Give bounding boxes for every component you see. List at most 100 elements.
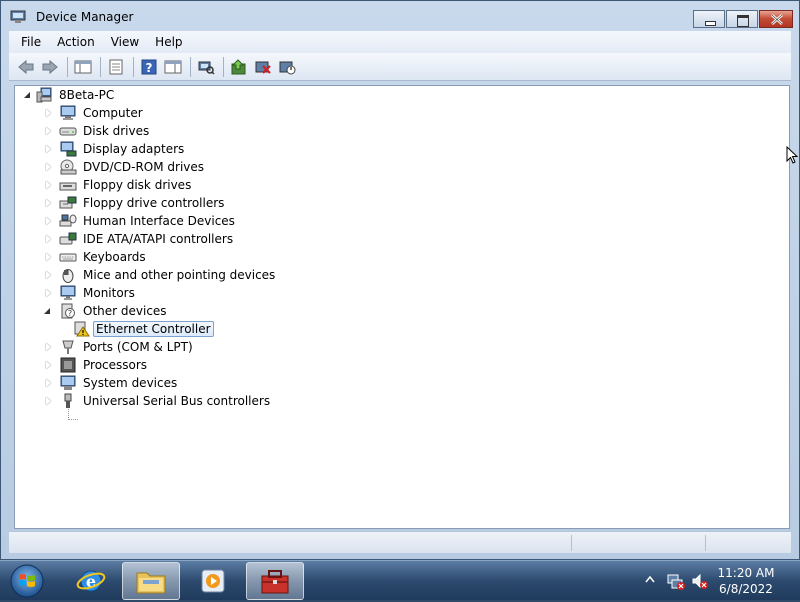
show-hidden-icons-icon[interactable] — [645, 575, 655, 585]
warning-device-icon — [73, 321, 91, 337]
tree-category-usb-controllers[interactable]: Universal Serial Bus controllers — [43, 392, 272, 410]
minimize-button[interactable] — [693, 10, 725, 28]
taskbar-file-explorer[interactable] — [122, 562, 180, 600]
tree-category-ports[interactable]: Ports (COM & LPT) — [43, 338, 195, 356]
help-icon: ? — [141, 59, 157, 75]
collapsed-arrow-icon[interactable] — [43, 396, 53, 406]
taskbar-internet-explorer[interactable]: e — [62, 562, 120, 600]
menu-bar: File Action View Help — [9, 31, 791, 53]
collapsed-arrow-icon[interactable] — [43, 126, 53, 136]
media-player-icon — [201, 569, 225, 593]
collapsed-arrow-icon[interactable] — [43, 216, 53, 226]
tree-connector — [68, 419, 78, 420]
toolbar-separator — [133, 56, 134, 77]
collapsed-arrow-icon[interactable] — [43, 252, 53, 262]
tree-category-floppy-drive-controllers[interactable]: Floppy drive controllers — [43, 194, 226, 212]
system-device-icon — [59, 375, 77, 391]
device-tree-pane[interactable]: 8Beta-PC Computer Disk drives Display ad… — [14, 85, 790, 529]
collapsed-arrow-icon[interactable] — [43, 198, 53, 208]
properties-button[interactable] — [105, 56, 127, 78]
title-bar[interactable]: Device Manager — [1, 1, 799, 33]
disable-button[interactable] — [276, 56, 298, 78]
tree-category-other-devices[interactable]: ? Other devices — [43, 302, 169, 320]
device-manager-app-icon — [10, 10, 26, 23]
forward-button[interactable] — [39, 56, 61, 78]
maximize-button[interactable] — [726, 10, 758, 28]
collapsed-arrow-icon[interactable] — [43, 144, 53, 154]
tree-category-label: Universal Serial Bus controllers — [83, 394, 271, 408]
tree-category-monitors[interactable]: Monitors — [43, 284, 137, 302]
disable-icon — [279, 61, 296, 74]
disk-drive-icon — [59, 123, 77, 139]
tree-category-label: Ports (COM & LPT) — [83, 340, 193, 354]
floppy-drive-icon — [59, 177, 77, 193]
tree-category-label: Monitors — [83, 286, 135, 300]
taskbar-device-manager[interactable] — [246, 562, 304, 600]
tree-category-label: Computer — [83, 106, 143, 120]
collapsed-arrow-icon[interactable] — [43, 180, 53, 190]
uninstall-icon — [255, 61, 271, 74]
tree-item-ethernet-controller[interactable]: Ethernet Controller — [69, 320, 214, 338]
toolbox-icon — [261, 570, 289, 594]
expanded-arrow-icon[interactable] — [43, 306, 53, 316]
collapsed-arrow-icon[interactable] — [43, 270, 53, 280]
expanded-arrow-icon[interactable] — [23, 90, 33, 100]
network-error-icon[interactable] — [666, 571, 686, 591]
tree-category-keyboards[interactable]: Keyboards — [43, 248, 148, 266]
folder-icon — [136, 572, 166, 594]
toolbar-separator — [190, 56, 191, 77]
tree-category-display-adapters[interactable]: Display adapters — [43, 140, 186, 158]
mouse-icon — [59, 267, 77, 283]
collapsed-arrow-icon[interactable] — [43, 162, 53, 172]
tree-category-processors[interactable]: Processors — [43, 356, 149, 374]
tree-category-dvd-drives[interactable]: DVD/CD-ROM drives — [43, 158, 206, 176]
scan-hardware-button[interactable] — [195, 56, 217, 78]
processor-icon — [59, 357, 77, 373]
collapsed-arrow-icon[interactable] — [43, 378, 53, 388]
tree-category-mice[interactable]: Mice and other pointing devices — [43, 266, 277, 284]
collapsed-arrow-icon[interactable] — [43, 108, 53, 118]
windows-start-icon — [10, 564, 44, 598]
menu-file[interactable]: File — [13, 32, 49, 52]
help-button[interactable]: ? — [138, 56, 160, 78]
menu-view[interactable]: View — [103, 32, 147, 52]
tree-category-disk-drives[interactable]: Disk drives — [43, 122, 151, 140]
taskbar-clock[interactable]: 11:20 AM 6/8/2022 — [716, 565, 776, 597]
collapsed-arrow-icon[interactable] — [43, 360, 53, 370]
tree-category-system-devices[interactable]: System devices — [43, 374, 179, 392]
update-driver-button[interactable] — [228, 56, 250, 78]
toolbar: ? — [9, 53, 791, 81]
show-hide-tree-icon — [74, 60, 92, 73]
tree-category-label: Disk drives — [83, 124, 150, 138]
tree-category-label: Floppy disk drives — [83, 178, 192, 192]
console-tree-icon — [164, 60, 182, 73]
menu-action[interactable]: Action — [49, 32, 103, 52]
uninstall-button[interactable] — [252, 56, 274, 78]
tree-category-floppy-disk-drives[interactable]: Floppy disk drives — [43, 176, 193, 194]
tree-category-label: DVD/CD-ROM drives — [83, 160, 205, 174]
close-button[interactable] — [759, 10, 793, 28]
monitor-icon — [59, 285, 77, 301]
start-button[interactable] — [8, 563, 46, 599]
show-hide-tree-button[interactable] — [72, 56, 94, 78]
clock-date: 6/8/2022 — [719, 582, 773, 596]
tree-category-label: System devices — [83, 376, 178, 390]
console-tree-button[interactable] — [162, 56, 184, 78]
tree-category-label: Human Interface Devices — [83, 214, 235, 228]
status-bar-separator — [571, 535, 572, 551]
status-bar — [9, 531, 791, 553]
usb-icon — [59, 393, 77, 409]
volume-muted-icon[interactable] — [690, 571, 710, 591]
tree-category-computer[interactable]: Computer — [43, 104, 145, 122]
collapsed-arrow-icon[interactable] — [43, 342, 53, 352]
tree-category-human-interface-devices[interactable]: Human Interface Devices — [43, 212, 237, 230]
window-title: Device Manager — [36, 10, 134, 24]
tree-category-ide-controllers[interactable]: IDE ATA/ATAPI controllers — [43, 230, 235, 248]
back-button[interactable] — [15, 56, 37, 78]
menu-help[interactable]: Help — [147, 32, 190, 52]
collapsed-arrow-icon[interactable] — [43, 288, 53, 298]
collapsed-arrow-icon[interactable] — [43, 234, 53, 244]
taskbar-media-player[interactable] — [184, 562, 242, 600]
tree-root[interactable]: 8Beta-PC — [23, 86, 116, 104]
system-tray: 11:20 AM 6/8/2022 — [630, 561, 800, 601]
